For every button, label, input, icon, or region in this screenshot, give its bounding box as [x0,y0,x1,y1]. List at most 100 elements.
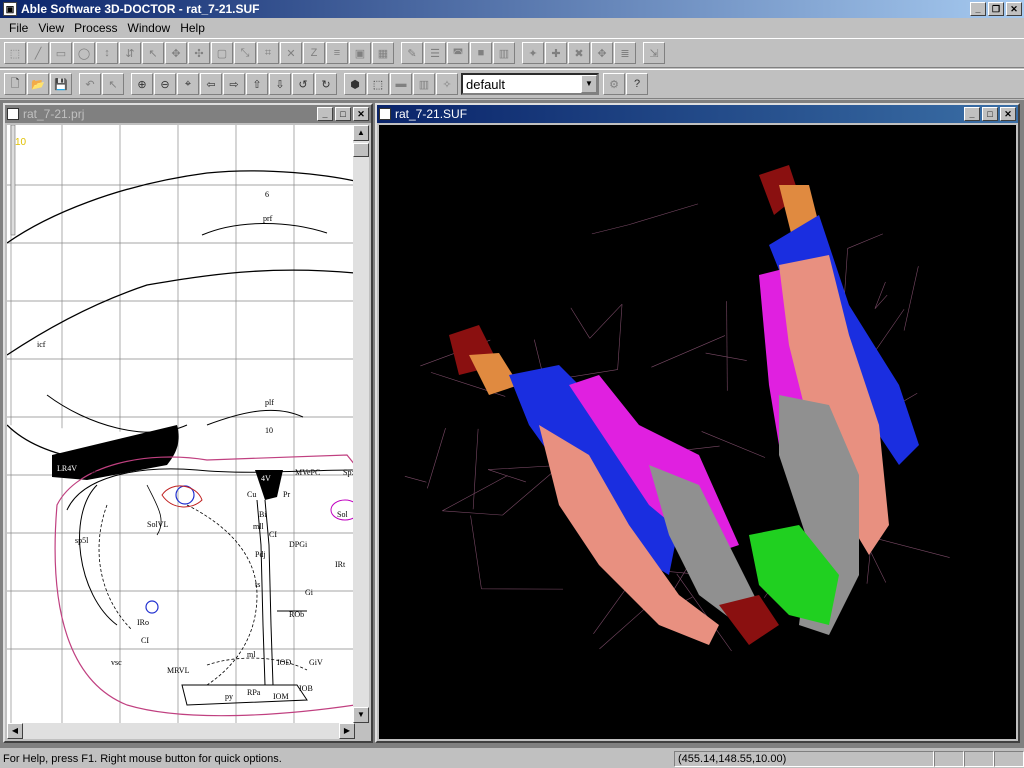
surface-document-icon [379,108,391,120]
svg-text:MVePC: MVePC [295,468,320,477]
slice-maximize-button[interactable]: □ [335,107,351,121]
surface-minimize-button[interactable]: _ [964,107,980,121]
svg-text:Pr: Pr [283,490,290,499]
zoom-out-icon[interactable]: ⊖ [154,73,176,95]
status-bar: For Help, press F1. Right mouse button f… [0,750,1024,768]
main-toolbar: 🗋 📂 💾 ↶ ↖ ⊕ ⊖ ⌖ ⇦ ⇨ ⇧ ⇩ ↺ ↻ ⬢ ⬚ ▬ ▥ ✧ de… [0,69,1024,99]
app-icon[interactable]: ▣ [3,2,17,16]
point-add-icon[interactable]: ✚ [545,42,567,64]
undo-icon[interactable]: ↶ [79,73,101,95]
rotate-ccw-icon[interactable]: ↺ [292,73,314,95]
wireframe-icon[interactable]: ⬚ [367,73,389,95]
align-icon[interactable]: ≡ [326,42,348,64]
slice-vertical-scrollbar[interactable]: ▲ ▼ [353,125,369,723]
shaded-render-icon[interactable]: ⬢ [344,73,366,95]
boundary-icon[interactable]: ▢ [211,42,233,64]
svg-text:GiV: GiV [309,658,323,667]
svg-text:LR4V: LR4V [57,464,77,473]
image-icon[interactable]: ▣ [349,42,371,64]
restore-button[interactable]: ❐ [988,2,1004,16]
close-button[interactable]: ✕ [1006,2,1022,16]
app-titlebar: ▣ Able Software 3D-DOCTOR - rat_7-21.SUF… [0,0,1024,18]
bars-icon[interactable]: ▥ [413,73,435,95]
draw-line-icon[interactable]: ╱ [27,42,49,64]
slice-close-button[interactable]: ✕ [353,107,369,121]
slice-number: 10 [15,137,27,148]
cursor-coordinates: (455.14,148.55,10.00) [674,751,934,767]
menu-view[interactable]: View [33,21,69,35]
status-message: For Help, press F1. Right mouse button f… [3,753,282,765]
transform-icon[interactable]: ⤡ [234,42,256,64]
scroll-thumb[interactable] [353,143,369,157]
slice-canvas[interactable]: 10 6 prf icf plf 10 LR4V icp 4V MVePC So… [7,125,355,723]
svg-text:ts: ts [255,580,260,589]
scroll-left-icon[interactable]: ◀ [7,723,23,739]
point-move-icon[interactable]: ✥ [591,42,613,64]
svg-text:DPGi: DPGi [289,540,308,549]
minimize-button[interactable]: _ [970,2,986,16]
select-region-icon[interactable]: ⬚ [4,42,26,64]
camera-icon[interactable]: ⌖ [177,73,199,95]
scroll-down-icon[interactable]: ▼ [353,707,369,723]
arrow-up-icon[interactable]: ⇧ [246,73,268,95]
surface-close-button[interactable]: ✕ [1000,107,1016,121]
svg-text:plf: plf [265,398,274,407]
svg-text:MRVL: MRVL [167,666,190,675]
status-pane-3 [994,751,1024,767]
drawing-toolbar: ⬚ ╱ ▭ ◯ ↕ ⇵ ↖ ✥ ✣ ▢ ⤡ ⌗ ✕ Z ≡ ▣ ▦ ✎ ☰ ◚ … [0,38,1024,68]
save-icon[interactable]: 💾 [50,73,72,95]
move-icon[interactable]: ✥ [165,42,187,64]
rotate-cw-icon[interactable]: ↻ [315,73,337,95]
zigzag-icon[interactable]: Z [303,42,325,64]
open-folder-icon[interactable]: 📂 [27,73,49,95]
render-settings-icon[interactable]: ⚙ [603,73,625,95]
pen-icon[interactable]: ✎ [401,42,423,64]
menu-window[interactable]: Window [123,21,176,35]
node-edit-icon[interactable]: ✣ [188,42,210,64]
flip-icon[interactable]: ⇵ [119,42,141,64]
ellipse-icon[interactable]: ◯ [73,42,95,64]
render-mode-select[interactable]: default ▼ [461,73,599,95]
zoom-in-icon[interactable]: ⊕ [131,73,153,95]
structure-orange [469,353,519,395]
surface-render-canvas[interactable] [379,125,1016,739]
point-list-icon[interactable]: ≣ [614,42,636,64]
status-pane-2 [964,751,994,767]
menu-help[interactable]: Help [175,21,210,35]
slice-window-titlebar[interactable]: rat_7-21.prj _ □ ✕ [5,105,371,123]
menu-file[interactable]: File [4,21,33,35]
slice-horizontal-scrollbar[interactable]: ◀ ▶ [7,723,355,739]
move-vertical-icon[interactable]: ↕ [96,42,118,64]
context-help-icon[interactable]: ? [626,73,648,95]
arrow-down-icon[interactable]: ⇩ [269,73,291,95]
chevron-down-icon[interactable]: ▼ [581,75,597,93]
new-file-icon[interactable]: 🗋 [4,73,26,95]
document-icon [7,108,19,120]
scroll-up-icon[interactable]: ▲ [353,125,369,141]
chart-icon[interactable]: ▥ [493,42,515,64]
point-delete-icon[interactable]: ✖ [568,42,590,64]
arrow-right-icon[interactable]: ⇨ [223,73,245,95]
grid-icon[interactable]: ▦ [372,42,394,64]
stack-icon[interactable]: ☰ [424,42,446,64]
surface-window-titlebar[interactable]: rat_7-21.SUF _ □ ✕ [377,105,1018,123]
slice-window: rat_7-21.prj _ □ ✕ 10 6 prf icf plf 10 L… [3,103,373,743]
menu-process[interactable]: Process [69,21,122,35]
surface-maximize-button[interactable]: □ [982,107,998,121]
svg-text:Bi: Bi [259,510,267,519]
rectangle-icon[interactable]: ▭ [50,42,72,64]
arrow-select-icon[interactable]: ↖ [102,73,124,95]
pointer-icon[interactable]: ↖ [142,42,164,64]
export-icon[interactable]: ⇲ [643,42,665,64]
crop-icon[interactable]: ⌗ [257,42,279,64]
delete-icon[interactable]: ✕ [280,42,302,64]
slice-icon[interactable]: ▬ [390,73,412,95]
point-select-icon[interactable]: ✦ [522,42,544,64]
arrow-left-icon[interactable]: ⇦ [200,73,222,95]
svg-text:mll: mll [253,522,264,531]
light-icon[interactable]: ✧ [436,73,458,95]
surface-icon[interactable]: ◚ [447,42,469,64]
scroll-right-icon[interactable]: ▶ [339,723,355,739]
fill-icon[interactable]: ■ [470,42,492,64]
slice-minimize-button[interactable]: _ [317,107,333,121]
